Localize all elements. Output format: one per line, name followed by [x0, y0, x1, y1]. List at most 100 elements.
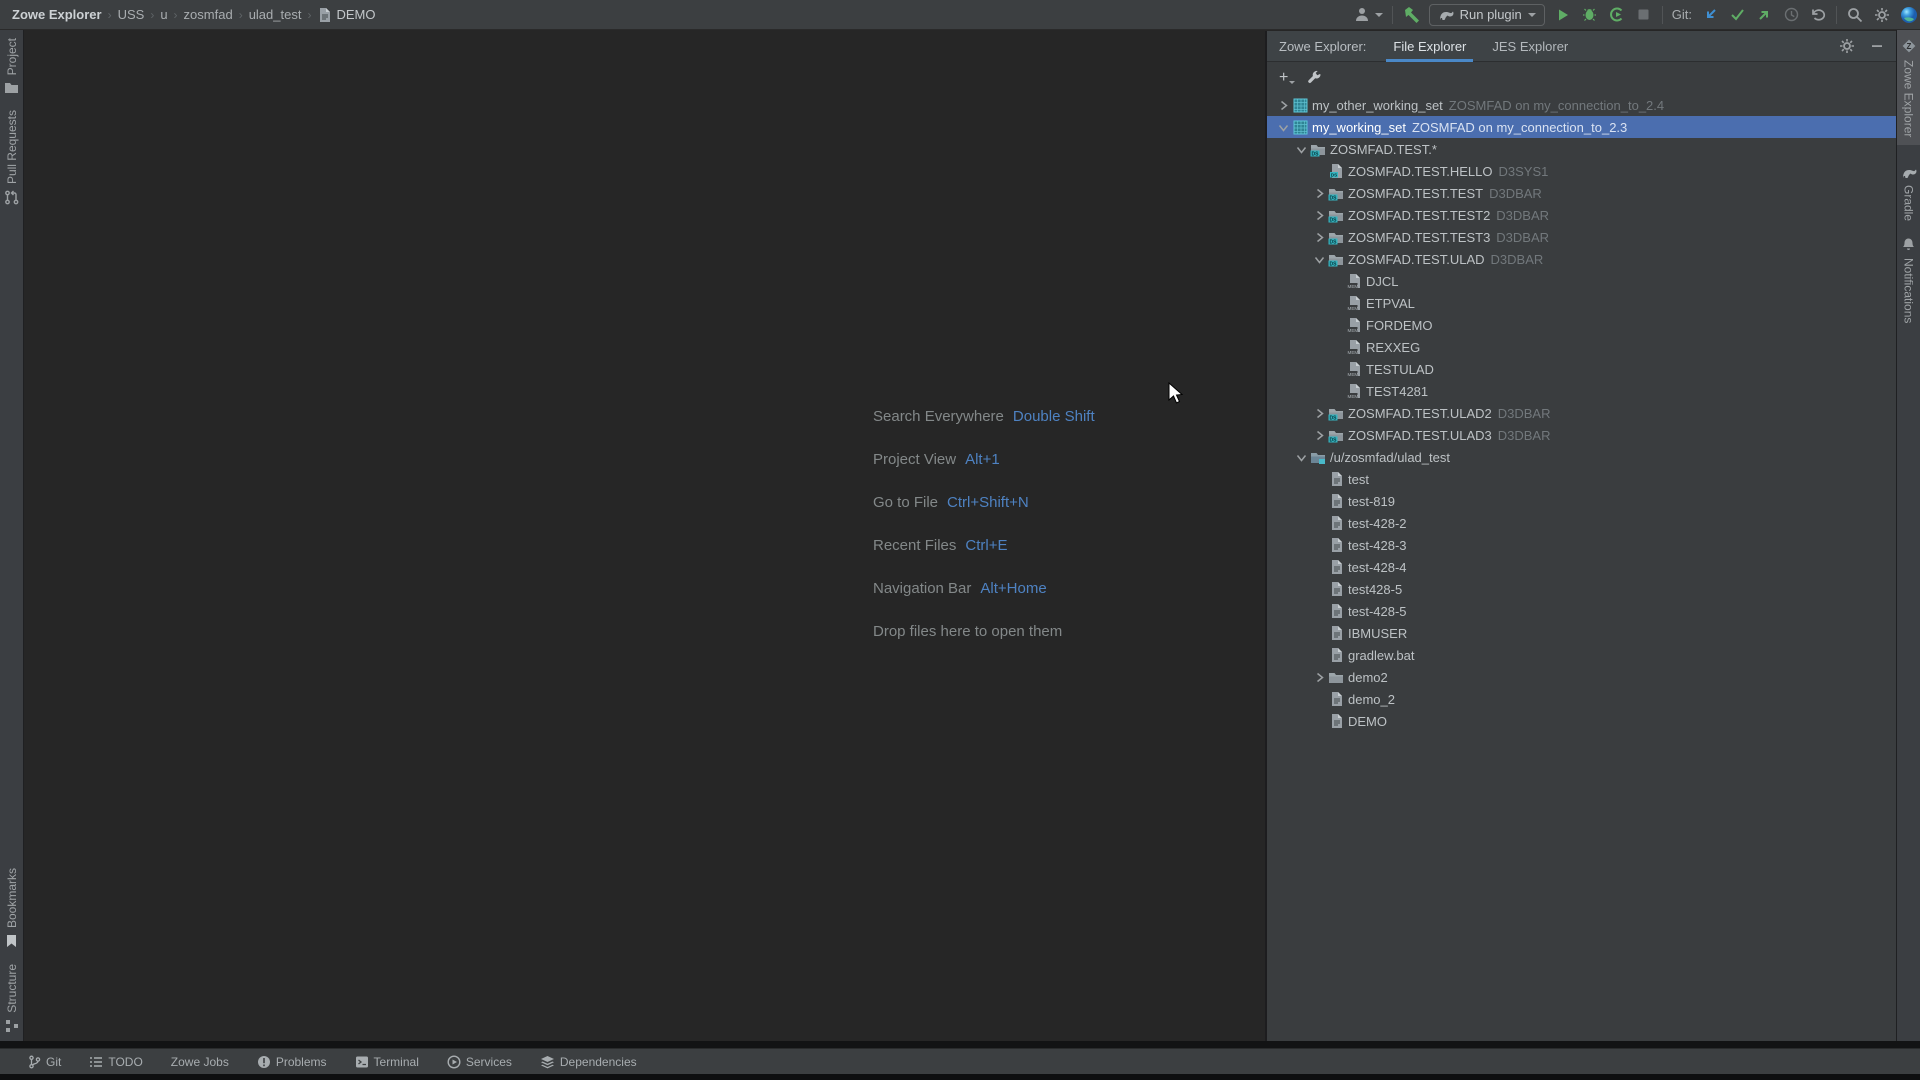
tree-row[interactable]: test-428-4: [1267, 556, 1896, 578]
toolbar-divider: [1662, 6, 1663, 24]
tree-row[interactable]: MEMFORDEMO: [1267, 314, 1896, 336]
tab-file-explorer[interactable]: File Explorer: [1380, 31, 1479, 62]
tree-row[interactable]: DSZOSMFAD.TEST.ULADD3DBAR: [1267, 248, 1896, 270]
tree-row[interactable]: demo_2: [1267, 688, 1896, 710]
user-caret-icon[interactable]: [1375, 13, 1383, 17]
breadcrumb-item[interactable]: zosmfad: [184, 7, 233, 22]
run-icon[interactable]: [1554, 6, 1572, 24]
tree-row[interactable]: /u/zosmfad/ulad_test: [1267, 446, 1896, 468]
tree-node-suffix: D3SYS1: [1498, 164, 1548, 179]
debug-icon[interactable]: [1581, 6, 1599, 24]
tool-window-button-project[interactable]: Project: [0, 30, 24, 102]
tree-row[interactable]: MEMTESTULAD: [1267, 358, 1896, 380]
breadcrumb-item[interactable]: DEMO: [317, 7, 375, 23]
status-bar-item-dependencies[interactable]: Dependencies: [540, 1055, 637, 1069]
tool-window-button-notifications[interactable]: Notifications: [1897, 229, 1920, 331]
chevron-right-icon[interactable]: [1311, 232, 1327, 243]
tool-window-button-pull-requests[interactable]: Pull Requests: [0, 102, 24, 213]
chevron-right-icon[interactable]: [1311, 430, 1327, 441]
profile-icon[interactable]: [1608, 6, 1626, 24]
tree-row[interactable]: MEMTEST4281: [1267, 380, 1896, 402]
tool-window-label: Bookmarks: [5, 868, 19, 928]
stop-icon[interactable]: [1635, 6, 1653, 24]
git-commit-icon[interactable]: [1728, 6, 1746, 24]
tree-row[interactable]: test-428-3: [1267, 534, 1896, 556]
git-update-icon[interactable]: [1701, 6, 1719, 24]
status-bar-item-zowe-jobs[interactable]: Zowe Jobs: [171, 1055, 229, 1069]
tree-row[interactable]: my_working_setZOSMFAD on my_connection_t…: [1267, 116, 1896, 138]
history-icon[interactable]: [1782, 6, 1800, 24]
breadcrumb-item[interactable]: u: [160, 7, 167, 22]
chevron-right-icon[interactable]: [1311, 408, 1327, 419]
tool-window-button-bookmarks[interactable]: Bookmarks: [0, 860, 24, 956]
tree-row[interactable]: test-428-2: [1267, 512, 1896, 534]
chevron-down-icon[interactable]: [1275, 122, 1291, 133]
status-bar-item-problems[interactable]: Problems: [257, 1055, 327, 1069]
settings-icon[interactable]: [1873, 6, 1891, 24]
folder-icon: [1327, 670, 1345, 685]
tool-window-button-zowe-explorer[interactable]: ZZowe Explorer: [1897, 30, 1920, 145]
tree-row[interactable]: gradlew.bat: [1267, 644, 1896, 666]
status-bar-item-services[interactable]: Services: [447, 1055, 512, 1069]
chevron-right-icon[interactable]: [1275, 100, 1291, 111]
editor-empty-area[interactable]: Search EverywhereDouble ShiftProject Vie…: [25, 31, 1265, 1041]
tree-row[interactable]: my_other_working_setZOSMFAD on my_connec…: [1267, 94, 1896, 116]
tree-row[interactable]: test: [1267, 468, 1896, 490]
chevron-down-icon[interactable]: [1311, 254, 1327, 265]
panel-minimize-icon[interactable]: [1868, 37, 1886, 55]
tree-row[interactable]: DSZOSMFAD.TEST.*: [1267, 138, 1896, 160]
search-icon[interactable]: [1846, 6, 1864, 24]
svg-text:Z: Z: [1906, 42, 1911, 51]
tree-row[interactable]: DSZOSMFAD.TEST.TESTD3DBAR: [1267, 182, 1896, 204]
tree-row[interactable]: DSZOSMFAD.TEST.ULAD2D3DBAR: [1267, 402, 1896, 424]
tree-node-label: DJCL: [1366, 274, 1399, 289]
add-working-set-button[interactable]: +: [1279, 71, 1295, 85]
tree-row[interactable]: test428-5: [1267, 578, 1896, 600]
tree-row[interactable]: IBMUSER: [1267, 622, 1896, 644]
tool-window-button-gradle[interactable]: Gradle: [1897, 159, 1920, 229]
status-bar-item-terminal[interactable]: Terminal: [355, 1055, 419, 1069]
tool-window-label: Project: [5, 38, 19, 75]
chevron-right-icon[interactable]: [1311, 672, 1327, 683]
chevron-down-icon[interactable]: [1293, 144, 1309, 155]
problems-icon: [257, 1055, 271, 1069]
user-icon[interactable]: [1354, 6, 1372, 24]
chevron-right-icon[interactable]: [1311, 210, 1327, 221]
tree-row[interactable]: DSZOSMFAD.TEST.HELLOD3SYS1: [1267, 160, 1896, 182]
tree-row[interactable]: DSZOSMFAD.TEST.TEST2D3DBAR: [1267, 204, 1896, 226]
tree-row[interactable]: DSZOSMFAD.TEST.ULAD3D3DBAR: [1267, 424, 1896, 446]
tree-row[interactable]: DSZOSMFAD.TEST.TEST3D3DBAR: [1267, 226, 1896, 248]
run-configuration-selector[interactable]: Run plugin: [1429, 4, 1545, 26]
tree-row[interactable]: DEMO: [1267, 710, 1896, 732]
chevron-right-icon[interactable]: [1311, 188, 1327, 199]
tree-row[interactable]: demo2: [1267, 666, 1896, 688]
tree-row[interactable]: MEMDJCL: [1267, 270, 1896, 292]
build-hammer-icon[interactable]: [1402, 6, 1420, 24]
tree-row[interactable]: test-428-5: [1267, 600, 1896, 622]
edit-working-sets-wrench-icon[interactable]: [1305, 69, 1323, 87]
breadcrumb-item[interactable]: USS: [118, 7, 145, 22]
tool-window-label: Gradle: [1902, 185, 1916, 221]
tool-window-button-structure[interactable]: Structure: [0, 956, 24, 1041]
svg-text:DS: DS: [1312, 151, 1320, 157]
run-config-label: Run plugin: [1460, 7, 1522, 22]
git-push-icon[interactable]: [1755, 6, 1773, 24]
tool-window-label: Pull Requests: [5, 110, 19, 184]
rollback-icon[interactable]: [1809, 6, 1827, 24]
tree-row[interactable]: MEMETPVAL: [1267, 292, 1896, 314]
tree-row[interactable]: test-819: [1267, 490, 1896, 512]
member-file-icon: MEM: [1345, 317, 1363, 333]
breadcrumb-item[interactable]: Zowe Explorer: [12, 7, 102, 22]
panel-title: Zowe Explorer:: [1267, 39, 1380, 54]
ide-sphere-icon[interactable]: [1900, 6, 1918, 24]
chevron-down-icon[interactable]: [1293, 452, 1309, 463]
tree-node-label: ZOSMFAD.TEST.ULAD: [1348, 252, 1485, 267]
status-bar-item-git[interactable]: Git: [28, 1055, 61, 1069]
status-bar-item-todo[interactable]: TODO: [89, 1055, 142, 1069]
dataset-folder-icon: DS: [1327, 252, 1345, 267]
tree-row[interactable]: MEMREXXEG: [1267, 336, 1896, 358]
breadcrumb-item[interactable]: ulad_test: [249, 7, 302, 22]
panel-tabs: File ExplorerJES Explorer: [1380, 31, 1581, 62]
panel-settings-icon[interactable]: [1838, 37, 1856, 55]
tab-jes-explorer[interactable]: JES Explorer: [1479, 31, 1581, 62]
